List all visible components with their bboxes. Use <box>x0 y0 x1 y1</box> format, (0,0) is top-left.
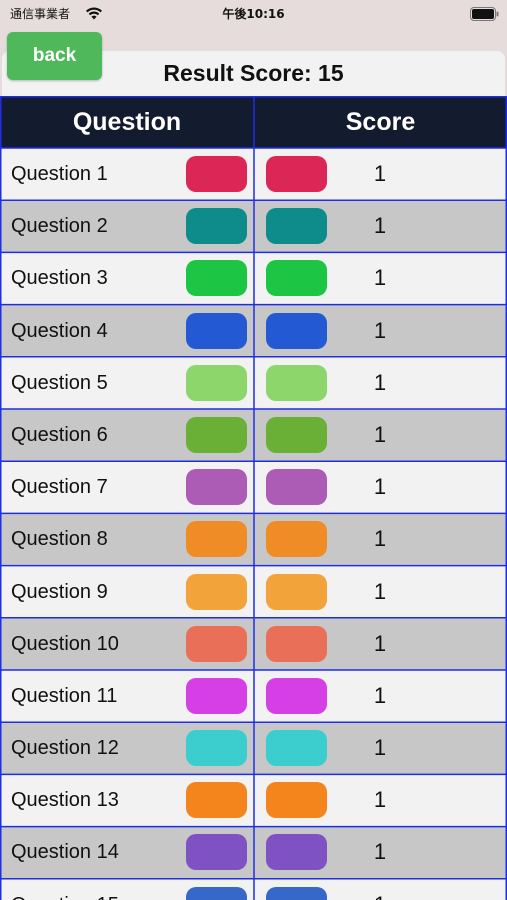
score-value: 1 <box>373 630 387 656</box>
question-label: Question 8 <box>11 528 108 551</box>
score-color-swatch <box>266 260 327 297</box>
score-value: 1 <box>373 682 387 708</box>
question-label: Question 9 <box>11 580 108 603</box>
question-label: Question 11 <box>11 684 118 707</box>
score-value: 1 <box>373 161 387 186</box>
question-color-swatch <box>186 521 247 558</box>
score-value: 1 <box>373 421 387 447</box>
score-color-swatch <box>266 625 327 662</box>
table-row: Question 12 1 <box>0 722 507 775</box>
score-value: 1 <box>373 526 387 552</box>
question-label: Question 5 <box>11 371 108 394</box>
table-row: Question 8 1 <box>0 513 507 566</box>
question-label: Question 7 <box>11 476 108 499</box>
table-row: Question 1 1 <box>0 148 507 201</box>
table-body: Question 1 1 Question 2 1 Question 3 1 Questio… <box>0 148 507 900</box>
score-value: 1 <box>373 265 387 291</box>
question-color-swatch <box>186 573 247 610</box>
score-color-swatch <box>266 886 327 900</box>
question-color-swatch <box>186 834 247 871</box>
score-value: 1 <box>373 578 387 604</box>
score-value: 1 <box>373 787 387 813</box>
score-value: 1 <box>373 369 387 395</box>
score-value: 1 <box>373 317 387 343</box>
question-label: Question 6 <box>11 423 108 446</box>
score-value: 1 <box>373 839 387 865</box>
question-label: Question 14 <box>11 841 119 864</box>
question-label: Question 1 <box>11 163 108 185</box>
score-value: 1 <box>373 213 387 239</box>
score-value: 1 <box>373 474 387 500</box>
question-color-swatch <box>186 782 247 819</box>
question-color-swatch <box>186 416 247 453</box>
score-color-swatch <box>266 469 327 506</box>
score-color-swatch <box>266 156 327 192</box>
score-value: 1 <box>360 879 400 900</box>
question-color-swatch <box>186 312 247 349</box>
table-row: Question 4 1 <box>0 304 507 357</box>
score-color-swatch <box>266 730 327 767</box>
table-header: Question Score <box>0 96 507 148</box>
question-color-swatch <box>186 364 247 401</box>
question-color-swatch <box>186 260 247 297</box>
table-row: Question 6 1 <box>0 408 507 462</box>
score-color-swatch <box>266 364 327 401</box>
question-color-swatch <box>186 469 247 506</box>
score-color-swatch <box>266 312 327 349</box>
question-label: Question 2 <box>11 215 108 238</box>
results-table: Question Score Question 1 1 Question 2 1 Que… <box>0 96 507 900</box>
back-button[interactable]: back <box>7 32 102 80</box>
score-value: 1 <box>373 735 387 761</box>
question-label: Question 3 <box>11 267 108 290</box>
table-row: Question 7 1 <box>0 461 507 514</box>
score-color-swatch <box>266 521 327 558</box>
table-row: Question 9 1 <box>0 565 507 618</box>
table-row: Question 10 1 <box>0 617 507 670</box>
battery-icon <box>470 7 499 21</box>
score-color-swatch <box>266 677 327 714</box>
question-label: Question 12 <box>11 737 119 760</box>
question-color-swatch <box>186 886 247 900</box>
table-row: Question 11 1 <box>0 669 507 723</box>
score-color-swatch <box>266 208 327 245</box>
table-row: Question 15 1 <box>0 878 507 900</box>
column-header-score: Score <box>345 108 416 136</box>
score-color-swatch <box>266 573 327 610</box>
status-bar: 通信事業者 午後10:16 <box>0 0 507 30</box>
score-color-swatch <box>266 782 327 819</box>
question-color-swatch <box>186 625 247 662</box>
column-header-question: Question <box>72 108 182 136</box>
table-row: Question 2 1 <box>0 200 507 253</box>
question-color-swatch <box>186 208 247 245</box>
question-label: Question 4 <box>11 319 108 342</box>
question-color-swatch <box>186 156 247 192</box>
question-label: Question 10 <box>11 632 119 655</box>
table-row: Question 14 1 <box>0 826 507 879</box>
table-row: Question 13 1 <box>0 774 507 827</box>
status-time: 午後10:16 <box>222 7 285 21</box>
table-row: Question 5 1 <box>0 356 507 409</box>
question-color-swatch <box>186 677 247 714</box>
question-label: Question 15 <box>11 879 119 900</box>
score-color-swatch <box>266 834 327 871</box>
question-color-swatch <box>186 730 247 767</box>
table-row: Question 3 1 <box>0 252 507 305</box>
score-color-swatch <box>266 416 327 453</box>
question-label: Question 13 <box>11 789 119 812</box>
